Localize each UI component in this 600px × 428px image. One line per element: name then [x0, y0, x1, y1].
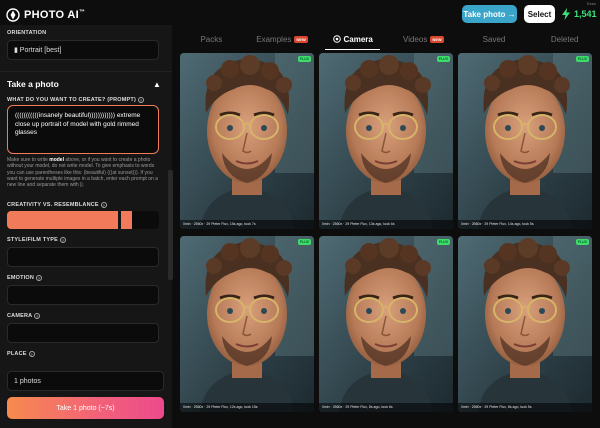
flux-badge: FLUX	[436, 56, 450, 62]
tab-camera[interactable]: Camera	[317, 30, 388, 50]
flux-badge: FLUX	[575, 239, 589, 245]
portrait-photo	[180, 53, 314, 229]
tab-label: Deleted	[550, 34, 579, 44]
hint-keyword: model	[49, 157, 64, 163]
credits-counter[interactable]: 1,541	[561, 8, 597, 20]
slider-handle[interactable]	[118, 211, 132, 229]
take-photo-cta-button[interactable]: Take 1 photo (~7s)	[7, 397, 164, 419]
flux-badge: FLUX	[575, 56, 589, 62]
photo-caption: 0min · 2560x · 29 Pieter Flux, 8s ago, t…	[319, 403, 453, 412]
tab-label: Examples	[256, 34, 292, 44]
left-panel-scrollbar[interactable]	[168, 170, 173, 280]
section-title[interactable]: Take a photo	[7, 79, 59, 89]
take-photo-button[interactable]: Take photo →	[462, 5, 517, 23]
divider	[0, 71, 172, 72]
tab-saved[interactable]: Saved	[459, 30, 530, 48]
tab-label: Saved	[482, 34, 506, 44]
photo-count-select[interactable]: 1 photos	[7, 371, 164, 391]
help-circle-icon[interactable]: ?	[100, 202, 107, 208]
photo-caption: 0min · 2560x · 29 Pieter Flux, 13s ago, …	[319, 220, 453, 229]
logo[interactable]: PHOTO AI™	[6, 8, 85, 22]
photo-caption: 0min · 2560x · 29 Pieter Flux, 8s ago, t…	[458, 403, 592, 412]
orientation-select[interactable]: ▮ Portrait [best]	[7, 40, 159, 60]
photo-card[interactable]: FLUX 0min · 2560x · 29 Pieter Flux, 15s …	[180, 53, 314, 229]
tab-deleted[interactable]: Deleted	[529, 30, 600, 48]
camera-select[interactable]	[7, 323, 159, 343]
left-panel: ORIENTATION ▮ Portrait [best] Take a pho…	[0, 25, 172, 428]
portrait-photo	[458, 236, 592, 412]
flux-badge: FLUX	[297, 239, 311, 245]
place-label: PLACE ?	[7, 351, 35, 357]
hint-text-start: Make sure to write	[7, 157, 50, 163]
slider-fill	[7, 211, 118, 229]
tab-videos[interactable]: Videos NEW	[388, 30, 459, 48]
select-button[interactable]: Select	[524, 5, 555, 23]
photo-caption: 0min · 2560x · 29 Pieter Flux, 12s ago, …	[180, 403, 314, 412]
style-label: STYLE/FILM TYPE ?	[7, 237, 66, 243]
tab-label: Videos	[403, 34, 428, 44]
help-circle-icon[interactable]: ?	[34, 313, 41, 319]
photo-card[interactable]: FLUX 0min · 2560x · 29 Pieter Flux, 14s …	[458, 53, 592, 229]
photo-card[interactable]: FLUX 0min · 2560x · 29 Pieter Flux, 12s …	[180, 236, 314, 412]
style-label-text: STYLE/FILM TYPE	[7, 237, 58, 243]
tab-label: Packs	[200, 34, 223, 44]
logo-text: PHOTO AI	[24, 9, 79, 21]
help-circle-icon[interactable]: ?	[138, 97, 145, 103]
photo-caption: 0min · 2560x · 29 Pieter Flux, 15s ago, …	[180, 220, 314, 229]
portrait-photo	[319, 53, 453, 229]
chevron-up-icon[interactable]: ▲	[153, 80, 161, 89]
camera-icon	[332, 35, 341, 43]
creativity-label-text: CREATIVITY VS. RESEMBLANCE	[7, 202, 99, 208]
emotion-label: EMOTION ?	[7, 275, 43, 281]
creativity-slider[interactable]	[7, 211, 159, 229]
place-label-text: PLACE	[7, 351, 27, 357]
style-select[interactable]	[7, 247, 159, 267]
prompt-label: WHAT DO YOU WANT TO CREATE? (PROMPT) ?	[7, 97, 145, 103]
creativity-label: CREATIVITY VS. RESEMBLANCE ?	[7, 202, 107, 208]
emotion-select[interactable]	[7, 285, 159, 305]
prompt-hint: Make sure to write model above, or if yo…	[7, 157, 159, 188]
camera-label: CAMERA ?	[7, 313, 41, 319]
emotion-label-text: EMOTION	[7, 275, 35, 281]
credits-count: 1,541	[574, 9, 597, 19]
status-text: Exec	[587, 1, 596, 6]
camera-label-text: CAMERA	[7, 313, 33, 319]
help-circle-icon[interactable]: ?	[59, 237, 66, 243]
photo-card[interactable]: FLUX 0min · 2560x · 29 Pieter Flux, 8s a…	[319, 236, 453, 412]
portrait-photo	[319, 236, 453, 412]
prompt-input[interactable]: (((((((((((insanely beautiful)))))))))))…	[7, 105, 159, 154]
photo-gallery: FLUX 0min · 2560x · 29 Pieter Flux, 15s …	[180, 53, 600, 428]
photo-caption: 0min · 2560x · 29 Pieter Flux, 14s ago, …	[458, 220, 592, 229]
new-badge: NEW	[430, 35, 444, 43]
flux-badge: FLUX	[436, 239, 450, 245]
gallery-tabs: Packs Examples NEW Camera Videos NEW Saved…	[176, 30, 600, 50]
orientation-label-text: ORIENTATION	[7, 30, 47, 36]
orientation-label: ORIENTATION	[7, 30, 46, 36]
bottom-actions: 1 photos Take 1 photo (~7s)	[0, 360, 172, 428]
tab-examples[interactable]: Examples NEW	[247, 30, 318, 48]
photo-card[interactable]: FLUX 0min · 2560x · 29 Pieter Flux, 13s …	[319, 53, 453, 229]
portrait-photo	[458, 53, 592, 229]
portrait-photo	[180, 236, 314, 412]
photo-card[interactable]: FLUX 0min · 2560x · 29 Pieter Flux, 8s a…	[458, 236, 592, 412]
new-badge: NEW	[294, 35, 308, 43]
help-circle-icon[interactable]: ?	[28, 351, 35, 357]
flux-badge: FLUX	[297, 56, 311, 62]
lightning-bolt-icon	[562, 8, 570, 20]
photo-ai-logo-icon	[6, 8, 20, 22]
tab-packs[interactable]: Packs	[176, 30, 247, 48]
logo-trademark: ™	[78, 9, 86, 16]
tab-label: Camera	[343, 34, 373, 44]
prompt-label-text: WHAT DO YOU WANT TO CREATE? (PROMPT)	[7, 97, 137, 103]
help-circle-icon[interactable]: ?	[36, 275, 43, 281]
